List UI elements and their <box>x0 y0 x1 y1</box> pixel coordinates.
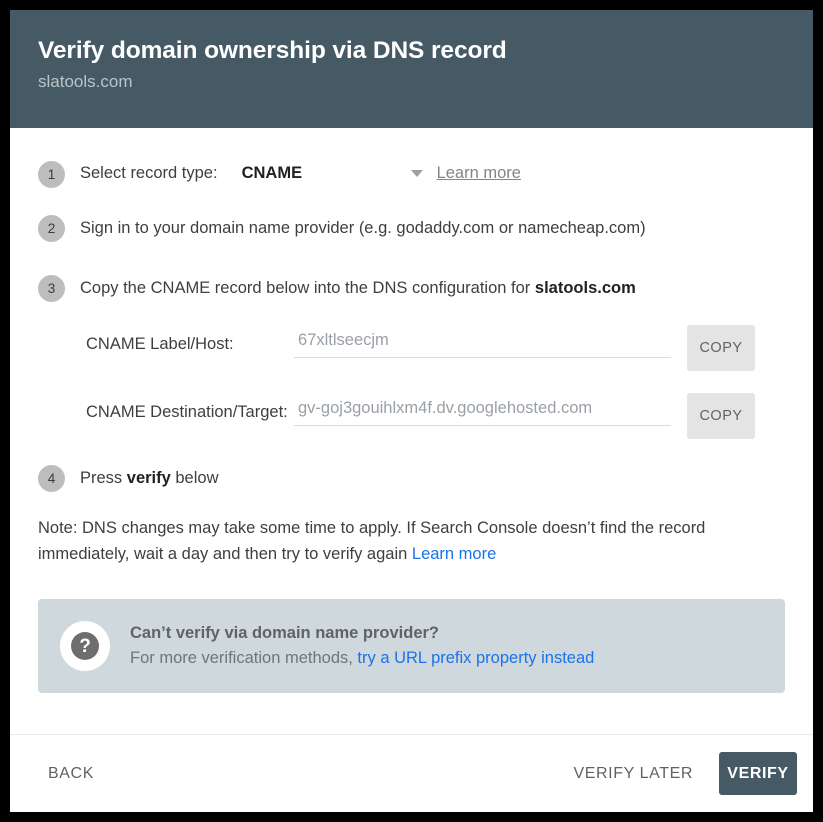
chevron-down-icon <box>410 170 423 177</box>
step-row-4: 4 Press verify below <box>38 457 785 499</box>
record-field-destination: CNAME Destination/Target: gv-goj3gouihlx… <box>86 393 785 439</box>
help-banner-texts: Can’t verify via domain name provider? F… <box>130 621 594 671</box>
step-3-text: Copy the CNAME record below into the DNS… <box>80 274 636 303</box>
back-button[interactable]: BACK <box>36 755 106 793</box>
help-banner-sub-text: For more verification methods, <box>130 649 358 668</box>
record-field-host: CNAME Label/Host: 67xltlseecjm COPY <box>86 325 785 371</box>
step-4-text: Press verify below <box>80 464 219 493</box>
record-type-learn-more-link[interactable]: Learn more <box>437 164 521 183</box>
verify-domain-dialog: Verify domain ownership via DNS record s… <box>10 10 813 812</box>
step-badge-2: 2 <box>38 215 65 242</box>
copy-destination-button[interactable]: COPY <box>687 393 755 439</box>
dialog-footer: BACK VERIFY LATER VERIFY <box>10 734 813 812</box>
record-type-value: CNAME <box>241 164 303 182</box>
step-row-2: 2 Sign in to your domain name provider (… <box>38 197 785 259</box>
step-row-3: 3 Copy the CNAME record below into the D… <box>38 259 785 317</box>
record-type-select[interactable]: CNAME <box>242 164 427 183</box>
step-badge-3: 3 <box>38 275 65 302</box>
screenshot-root: Verify domain ownership via DNS record s… <box>0 0 823 822</box>
page-title: Verify domain ownership via DNS record <box>38 37 507 64</box>
destination-field-input[interactable]: gv-goj3gouihlxm4f.dv.googlehosted.com <box>294 393 671 426</box>
copy-host-button[interactable]: COPY <box>687 325 755 371</box>
destination-field-value: gv-goj3gouihlxm4f.dv.googlehosted.com <box>298 399 593 417</box>
verify-button[interactable]: VERIFY <box>719 752 797 795</box>
dns-note-learn-more-link[interactable]: Learn more <box>412 545 496 563</box>
dialog-header: Verify domain ownership via DNS record s… <box>10 10 813 128</box>
dns-note-text: Note: DNS changes may take some time to … <box>38 519 706 564</box>
step-4-text-after: below <box>170 468 219 487</box>
host-field-input[interactable]: 67xltlseecjm <box>294 325 671 358</box>
host-field-label: CNAME Label/Host: <box>86 335 234 353</box>
step-4-text-before: Press <box>80 468 127 487</box>
step-badge-1: 1 <box>38 160 65 188</box>
help-icon-circle: ? <box>60 621 110 672</box>
step-3-domain: slatools.com <box>534 278 636 297</box>
step-badge-4: 4 <box>38 465 65 492</box>
help-banner-title: Can’t verify via domain name provider? <box>130 624 440 643</box>
record-fields: CNAME Label/Host: 67xltlseecjm COPY CNAM… <box>86 325 785 439</box>
step-2-text: Sign in to your domain name provider (e.… <box>80 218 646 237</box>
step-row-1: 1 Select record type: CNAME Learn more <box>38 150 785 197</box>
url-prefix-property-link[interactable]: try a URL prefix property instead <box>357 649 594 667</box>
verify-later-button[interactable]: VERIFY LATER <box>561 755 705 793</box>
help-question-icon: ? <box>71 632 99 661</box>
host-field-value: 67xltlseecjm <box>298 331 389 349</box>
help-banner-subtitle: For more verification methods, try a URL… <box>130 646 594 671</box>
destination-field-label: CNAME Destination/Target: <box>86 403 288 421</box>
step-1-label: Select record type: <box>80 164 218 183</box>
dialog-body: 1 Select record type: CNAME Learn more 2… <box>10 128 813 734</box>
step-4-verify-word: verify <box>126 468 171 487</box>
domain-subtitle: slatools.com <box>38 72 133 92</box>
dns-note: Note: DNS changes may take some time to … <box>38 515 753 567</box>
help-banner: ? Can’t verify via domain name provider?… <box>38 599 785 694</box>
step-3-text-before: Copy the CNAME record below into the DNS… <box>80 278 535 297</box>
